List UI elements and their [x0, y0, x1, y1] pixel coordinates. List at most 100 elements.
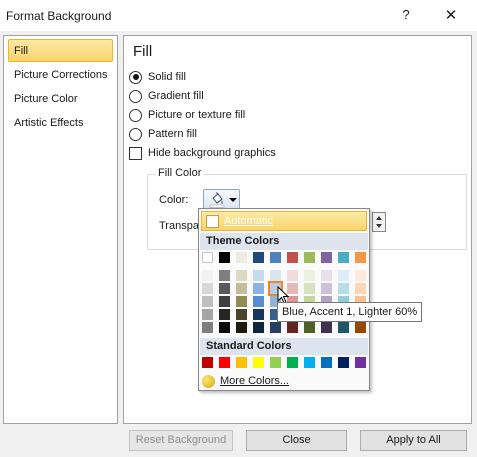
color-swatch[interactable]: [219, 296, 230, 307]
group-label: Fill Color: [156, 167, 204, 179]
apply-to-all-button[interactable]: Apply to All: [360, 430, 467, 451]
radio-button[interactable]: [129, 89, 142, 103]
more-colors-option[interactable]: More Colors...: [202, 373, 289, 389]
standard-color-swatch[interactable]: [321, 357, 332, 368]
standard-color-swatch[interactable]: [270, 357, 281, 368]
color-swatch[interactable]: [304, 252, 315, 263]
color-label: Color:: [159, 194, 189, 206]
color-swatch[interactable]: [287, 322, 298, 333]
color-swatch[interactable]: [202, 270, 213, 281]
checkbox-label: Hide background graphics: [148, 147, 276, 159]
color-swatch[interactable]: [338, 252, 349, 263]
standard-color-swatch[interactable]: [202, 357, 213, 368]
color-swatch[interactable]: [270, 322, 281, 333]
color-swatch[interactable]: [304, 270, 315, 281]
color-swatch[interactable]: [219, 283, 230, 294]
color-swatch[interactable]: [355, 322, 366, 333]
color-swatch[interactable]: [355, 270, 366, 281]
color-swatch[interactable]: [287, 252, 298, 263]
standard-color-swatch[interactable]: [236, 357, 247, 368]
automatic-label: Automatic: [224, 215, 273, 227]
radio-button[interactable]: [129, 108, 142, 122]
help-button[interactable]: ?: [398, 6, 414, 24]
color-swatch[interactable]: [236, 270, 247, 281]
color-swatch[interactable]: [338, 322, 349, 333]
color-swatch[interactable]: [304, 283, 315, 294]
color-swatch[interactable]: [338, 270, 349, 281]
hide-background-graphics-option[interactable]: Hide background graphics: [129, 145, 276, 161]
radio-label: Gradient fill: [148, 90, 204, 102]
automatic-color-option[interactable]: Automatic: [201, 211, 367, 231]
radio-label: Picture or texture fill: [148, 109, 246, 121]
color-swatch[interactable]: [253, 270, 264, 281]
category-list: Fill Picture Corrections Picture Color A…: [3, 35, 118, 424]
color-swatch[interactable]: [253, 309, 264, 320]
window-title: Format Background: [6, 9, 112, 23]
paint-bucket-icon: [209, 192, 225, 208]
color-swatch[interactable]: [219, 252, 230, 263]
color-swatch[interactable]: [202, 309, 213, 320]
category-fill[interactable]: Fill: [8, 39, 113, 62]
radio-label: Pattern fill: [148, 128, 197, 140]
color-swatch[interactable]: [236, 296, 247, 307]
more-colors-label: More Colors...: [220, 375, 290, 387]
color-swatch[interactable]: [338, 283, 349, 294]
theme-colors-header: Theme Colors: [200, 233, 368, 250]
solid-fill-option[interactable]: Solid fill: [129, 69, 186, 85]
color-swatch[interactable]: [270, 252, 281, 263]
transparency-label: Transpa: [159, 220, 199, 232]
standard-color-swatch[interactable]: [355, 357, 366, 368]
category-artistic-effects[interactable]: Artistic Effects: [8, 112, 113, 135]
radio-label: Solid fill: [148, 71, 186, 83]
close-icon[interactable]: ✕: [441, 6, 461, 26]
category-picture-corrections[interactable]: Picture Corrections: [8, 64, 113, 87]
color-swatch[interactable]: [236, 283, 247, 294]
color-swatch[interactable]: [202, 322, 213, 333]
transparency-spinner[interactable]: [372, 212, 386, 232]
color-swatch[interactable]: [219, 309, 230, 320]
color-swatch[interactable]: [304, 322, 315, 333]
color-swatch[interactable]: [355, 252, 366, 263]
standard-color-swatch[interactable]: [338, 357, 349, 368]
spin-down-icon[interactable]: [376, 224, 382, 228]
color-swatch[interactable]: [253, 322, 264, 333]
color-dropdown-button[interactable]: [203, 189, 240, 210]
color-swatch[interactable]: [321, 270, 332, 281]
close-button[interactable]: Close: [246, 430, 347, 451]
color-swatch[interactable]: [202, 296, 213, 307]
title-bar: Format Background ? ✕: [0, 0, 477, 31]
automatic-swatch: [206, 215, 219, 228]
color-swatch[interactable]: [355, 283, 366, 294]
color-swatch[interactable]: [253, 252, 264, 263]
color-swatch[interactable]: [219, 322, 230, 333]
color-swatch[interactable]: [202, 252, 213, 263]
chevron-down-icon: [229, 198, 237, 202]
color-swatch[interactable]: [236, 252, 247, 263]
color-swatch[interactable]: [321, 322, 332, 333]
standard-color-swatch[interactable]: [287, 357, 298, 368]
color-swatch[interactable]: [236, 309, 247, 320]
reset-background-button[interactable]: Reset Background: [129, 430, 233, 451]
swatch-tooltip: Blue, Accent 1, Lighter 60%: [277, 302, 423, 322]
checkbox[interactable]: [129, 146, 142, 160]
color-swatch[interactable]: [270, 270, 281, 281]
color-swatch[interactable]: [236, 322, 247, 333]
picture-texture-fill-option[interactable]: Picture or texture fill: [129, 107, 245, 123]
color-swatch[interactable]: [219, 270, 230, 281]
color-swatch[interactable]: [321, 283, 332, 294]
radio-button[interactable]: [129, 127, 142, 141]
color-swatch[interactable]: [202, 283, 213, 294]
panel-title: Fill: [133, 43, 153, 60]
color-swatch[interactable]: [253, 283, 264, 294]
standard-color-swatch[interactable]: [219, 357, 230, 368]
color-swatch[interactable]: [287, 270, 298, 281]
category-picture-color[interactable]: Picture Color: [8, 88, 113, 111]
radio-button[interactable]: [129, 70, 142, 84]
spin-up-icon[interactable]: [376, 216, 382, 220]
color-swatch[interactable]: [253, 296, 264, 307]
pattern-fill-option[interactable]: Pattern fill: [129, 126, 197, 142]
standard-color-swatch[interactable]: [253, 357, 264, 368]
gradient-fill-option[interactable]: Gradient fill: [129, 88, 204, 104]
standard-color-swatch[interactable]: [304, 357, 315, 368]
color-swatch[interactable]: [321, 252, 332, 263]
